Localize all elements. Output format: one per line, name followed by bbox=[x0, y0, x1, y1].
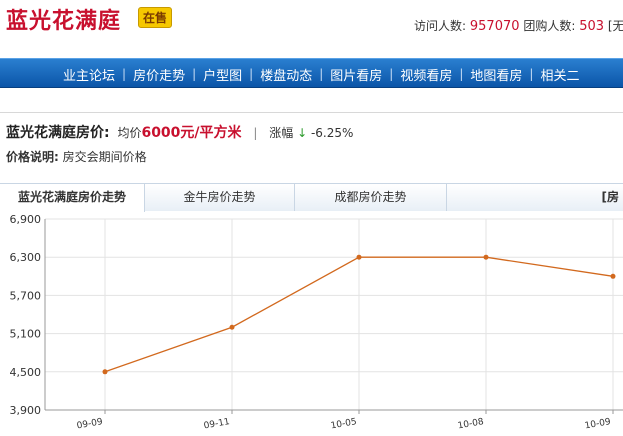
groupbuy-value: 503 bbox=[579, 19, 605, 34]
avg-prefix: 均价 bbox=[117, 126, 142, 140]
change-label: 涨幅 bbox=[269, 126, 294, 140]
divider bbox=[0, 112, 623, 113]
change-value: -6.25% bbox=[310, 126, 354, 140]
price-description: 价格说明: 房交会期间价格 bbox=[6, 148, 147, 165]
nav-item-1[interactable]: 房价走势 bbox=[126, 65, 192, 84]
avg-price: 6000元/平方米 bbox=[141, 125, 242, 141]
trend-tabs: 蓝光花满庭房价走势 金牛房价走势 成都房价走势 [房 bbox=[0, 183, 623, 212]
price-row: 蓝光花满庭房价: 均价6000元/平方米 | 涨幅 ↓ -6.25% bbox=[6, 122, 353, 142]
desc-label: 价格说明: bbox=[6, 150, 59, 164]
data-point bbox=[102, 369, 108, 375]
tab-chengdu-trend[interactable]: 成都房价走势 bbox=[295, 184, 447, 211]
tab-project-trend[interactable]: 蓝光花满庭房价走势 bbox=[0, 184, 145, 212]
y-tick-label: 6,900 bbox=[10, 213, 42, 226]
y-tick-label: 5,100 bbox=[10, 328, 42, 341]
nav-item-4[interactable]: 图片看房 bbox=[323, 65, 389, 84]
x-tick-label: 09-09 bbox=[76, 417, 104, 431]
header: 蓝光花满庭 在售 访问人数: 957070 团购人数: 503 [无 bbox=[0, 0, 623, 58]
tab-more[interactable]: [房 bbox=[447, 184, 623, 211]
price-label: 蓝光花满庭房价: bbox=[6, 125, 110, 141]
y-tick-label: 6,300 bbox=[10, 251, 42, 264]
x-tick-label: 09-11 bbox=[203, 417, 230, 431]
groupbuy-label: 团购人数: bbox=[523, 19, 576, 33]
data-point bbox=[483, 254, 489, 260]
nav-item-6[interactable]: 地图看房 bbox=[463, 65, 529, 84]
desc-text: 房交会期间价格 bbox=[62, 150, 147, 164]
nav-item-5[interactable]: 视频看房 bbox=[393, 65, 459, 84]
nav-item-0[interactable]: 业主论坛 bbox=[56, 65, 122, 84]
nav-item-2[interactable]: 户型图 bbox=[196, 65, 249, 84]
x-tick-label: 10-08 bbox=[457, 417, 485, 431]
data-point bbox=[356, 254, 362, 260]
down-arrow-icon: ↓ bbox=[297, 126, 308, 140]
data-point bbox=[229, 324, 235, 330]
nav-items: 业主论坛 | 房价走势 | 户型图 | 楼盘动态 | 图片看房 | 视频看房 | 地图看房 | 相关二 bbox=[56, 59, 586, 87]
x-tick-label: 10-05 bbox=[330, 417, 357, 431]
visits-value: 957070 bbox=[469, 19, 520, 34]
price-separator: | bbox=[253, 126, 258, 140]
price-trend-chart: 3,900 4,500 5,100 5,700 6,300 6,900 09-09 09-11… bbox=[10, 213, 623, 431]
y-tick-label: 3,900 bbox=[10, 404, 42, 417]
nav-item-7[interactable]: 相关二 bbox=[533, 65, 586, 84]
nav-item-3[interactable]: 楼盘动态 bbox=[253, 65, 319, 84]
visitor-stats: 访问人数: 957070 团购人数: 503 [无 bbox=[414, 17, 623, 34]
y-tick-label: 4,500 bbox=[10, 366, 42, 379]
visits-label: 访问人数: bbox=[414, 19, 467, 33]
data-point bbox=[610, 273, 616, 279]
main-nav: 业主论坛 | 房价走势 | 户型图 | 楼盘动态 | 图片看房 | 视频看房 | 地图看房 | 相关二 bbox=[0, 58, 623, 88]
tab-jinniu-trend[interactable]: 金牛房价走势 bbox=[145, 184, 295, 211]
y-tick-label: 5,700 bbox=[10, 289, 42, 302]
x-tick-label: 10-09 bbox=[584, 417, 612, 431]
groupbuy-tail[interactable]: [无 bbox=[608, 19, 623, 33]
status-badge: 在售 bbox=[138, 7, 173, 28]
project-title[interactable]: 蓝光花满庭 bbox=[6, 3, 121, 35]
